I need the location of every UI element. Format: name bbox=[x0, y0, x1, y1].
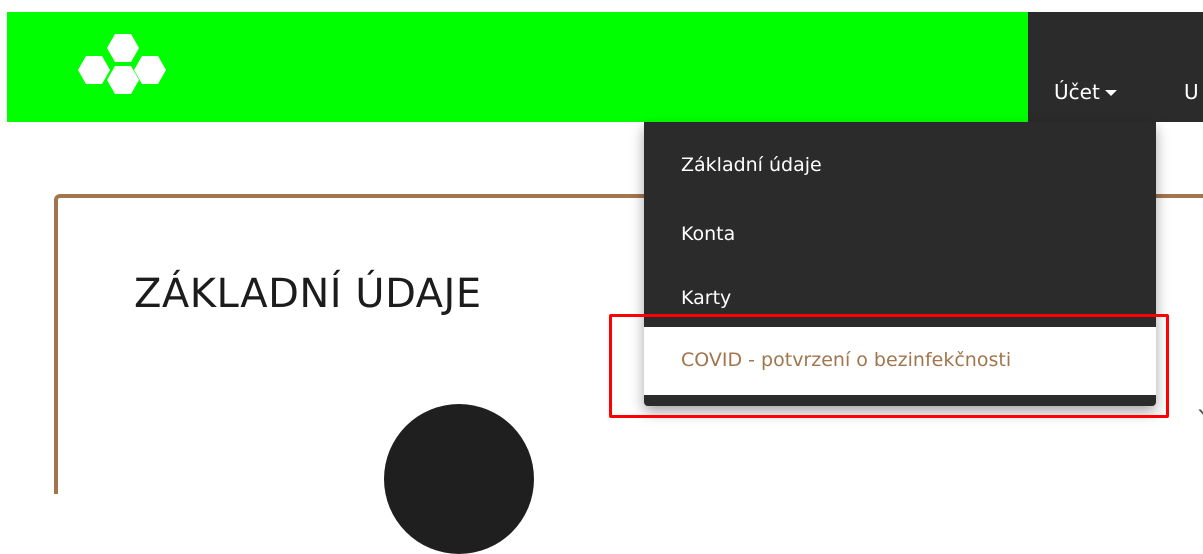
caret-down-icon bbox=[1104, 90, 1117, 96]
account-dropdown-menu: Základní údaje Konta Karty COVID - potvr… bbox=[644, 122, 1156, 406]
hexagons-logo-icon[interactable] bbox=[75, 32, 169, 96]
menu-item-cards[interactable]: Karty bbox=[681, 286, 731, 310]
menu-item-covid-label: COVID - potvrzení o bezinfekčnosti bbox=[681, 349, 1012, 371]
page-title: ZÁKLADNÍ ÚDAJE bbox=[134, 271, 482, 317]
nav-account-label: Účet bbox=[1054, 80, 1100, 104]
nav-account-dropdown[interactable]: Účet bbox=[1054, 79, 1117, 105]
menu-item-basic-info[interactable]: Základní údaje bbox=[681, 153, 822, 177]
avatar bbox=[384, 404, 534, 554]
nav-bar bbox=[1028, 12, 1203, 122]
partial-text-glyph: ˎ bbox=[1196, 382, 1203, 415]
menu-item-accounts[interactable]: Konta bbox=[681, 222, 735, 246]
menu-item-covid-certificate[interactable]: COVID - potvrzení o bezinfekčnosti bbox=[644, 327, 1156, 395]
nav-next-item[interactable]: U bbox=[1184, 79, 1203, 105]
